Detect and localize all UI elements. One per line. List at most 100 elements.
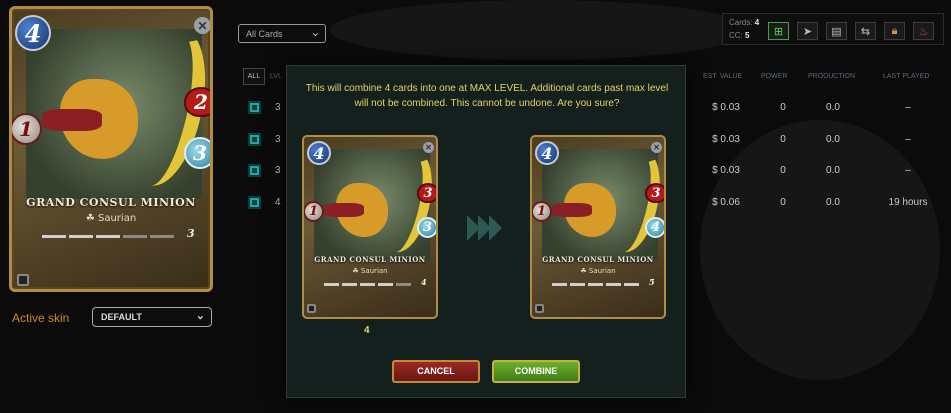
- row-production: 0.0: [826, 197, 840, 208]
- plus-square-icon: ⊞: [773, 25, 784, 38]
- background-decoration: [700, 120, 940, 380]
- row-production: 0.0: [826, 165, 840, 176]
- row-est-value: $ 0.03: [712, 102, 740, 113]
- health-stat: 3: [417, 183, 436, 203]
- health-stat: 3: [645, 183, 664, 203]
- level-progress-segment: [123, 235, 147, 238]
- level-progress-bar: [552, 283, 639, 286]
- combine-button[interactable]: COMBINE: [492, 360, 580, 383]
- row-level: 3: [275, 102, 281, 113]
- attack-stat: 1: [12, 113, 42, 145]
- health-stat: 2: [184, 87, 210, 117]
- cards-count-value: 4: [754, 18, 760, 27]
- flame-icon: ♨: [918, 25, 929, 38]
- swap-icon: ⇆: [860, 25, 871, 38]
- row-level: 4: [275, 197, 281, 208]
- cards-count: Cards: 4: [729, 18, 759, 27]
- last-played-header: LAST PLAYED: [883, 73, 930, 80]
- row-est-value: $ 0.06: [712, 197, 740, 208]
- row-level: 3: [275, 134, 281, 145]
- row-checkbox[interactable]: [248, 101, 261, 114]
- card-type-label: Saurian: [588, 267, 616, 275]
- row-last-played: –: [905, 134, 911, 145]
- creature-scarf: [324, 203, 364, 217]
- level-progress-segment: [69, 235, 93, 238]
- card-filter-select[interactable]: All Cards ⌄: [238, 24, 326, 43]
- card-name: GRAND CONSUL MINION: [26, 196, 196, 209]
- cc-count-value: 5: [745, 31, 750, 40]
- close-icon: ✕: [423, 142, 434, 153]
- speed-stat: 3: [184, 137, 210, 169]
- card-preview: 4 ✕ 2 1 3 GRAND CONSUL MINION ☘ Saurian …: [9, 6, 213, 292]
- send-button[interactable]: ➤: [797, 22, 818, 40]
- row-last-played: –: [905, 102, 911, 113]
- burn-button[interactable]: ♨: [913, 22, 934, 40]
- saurian-icon: ☘: [352, 267, 361, 275]
- est-value-header: EST. VALUE: [703, 73, 743, 80]
- row-checkbox[interactable]: [248, 196, 261, 209]
- level-progress-segment: [150, 235, 174, 238]
- speed-stat: 3: [417, 217, 436, 238]
- row-level: 3: [275, 165, 281, 176]
- level-progress-segment: [606, 283, 621, 286]
- cc-count-label: CC:: [729, 31, 743, 40]
- cancel-button[interactable]: CANCEL: [392, 360, 480, 383]
- row-last-played: –: [905, 165, 911, 176]
- cc-count: CC: 5: [729, 31, 749, 40]
- saurian-icon: ☘: [580, 267, 589, 275]
- row-last-played: 19 hours: [888, 197, 928, 208]
- level-progress-segment: [324, 283, 339, 286]
- card-type-label: Saurian: [360, 267, 388, 275]
- arrow-chevron: [489, 215, 502, 241]
- creature-scarf: [42, 109, 102, 131]
- card-filter-value: All Cards: [246, 29, 283, 39]
- level-progress-segment: [360, 283, 375, 286]
- edition-icon: [535, 304, 544, 313]
- attack-stat: 1: [532, 201, 552, 222]
- edition-icon: [17, 274, 29, 286]
- combine-confirm-modal: This will combine 4 cards into one at MA…: [286, 65, 686, 398]
- combine-arrow-icon: [467, 215, 502, 241]
- background-decoration: [330, 0, 750, 60]
- chevron-down-icon: ⌄: [310, 27, 320, 39]
- lock-icon: 🔒︎: [891, 24, 898, 37]
- combine-icon-button[interactable]: ⊞: [768, 22, 789, 40]
- close-icon[interactable]: ✕: [194, 17, 210, 34]
- lvl-column-header: LVL: [270, 73, 282, 80]
- level-progress-segment: [342, 283, 357, 286]
- skin-select-value: DEFAULT: [101, 312, 142, 322]
- edition-icon: [307, 304, 316, 313]
- skin-select[interactable]: DEFAULT ⌄: [92, 307, 212, 327]
- card-after-combine: 4 ✕ 3 1 4 GRAND CONSUL MINION ☘ Saurian …: [530, 135, 666, 319]
- card-type: ☘ Saurian: [532, 267, 664, 275]
- send-icon: ➤: [802, 25, 813, 38]
- creature-scarf: [552, 203, 592, 217]
- level-progress-segment: [378, 283, 393, 286]
- mana-cost: 4: [307, 141, 331, 165]
- level-progress-segment: [624, 283, 639, 286]
- mana-cost: 4: [535, 141, 559, 165]
- level-progress-segment: [570, 283, 585, 286]
- level-progress-segment: [396, 283, 411, 286]
- row-checkbox[interactable]: [248, 164, 261, 177]
- level-progress-bar: [324, 283, 411, 286]
- lock-button[interactable]: 🔒︎: [884, 22, 905, 40]
- transfer-button[interactable]: ⇆: [855, 22, 876, 40]
- row-checkbox[interactable]: [248, 133, 261, 146]
- close-icon: ✕: [651, 142, 662, 153]
- select-all-button[interactable]: ALL: [243, 68, 265, 85]
- level-progress-bar: [42, 235, 174, 238]
- card-type-label: Saurian: [97, 213, 137, 224]
- card-level: 5: [649, 277, 655, 287]
- market-button[interactable]: ▤: [826, 22, 847, 40]
- card-type: ☘ Saurian: [304, 267, 436, 275]
- level-progress-segment: [588, 283, 603, 286]
- cards-count-label: Cards:: [729, 18, 753, 27]
- card-level: 3: [187, 227, 195, 240]
- card-name: GRAND CONSUL MINION: [542, 255, 654, 264]
- card-name: GRAND CONSUL MINION: [314, 255, 426, 264]
- card-level: 4: [421, 277, 427, 287]
- chevron-down-icon: ⌄: [195, 310, 205, 322]
- row-production: 0.0: [826, 102, 840, 113]
- store-icon: ▤: [831, 25, 842, 38]
